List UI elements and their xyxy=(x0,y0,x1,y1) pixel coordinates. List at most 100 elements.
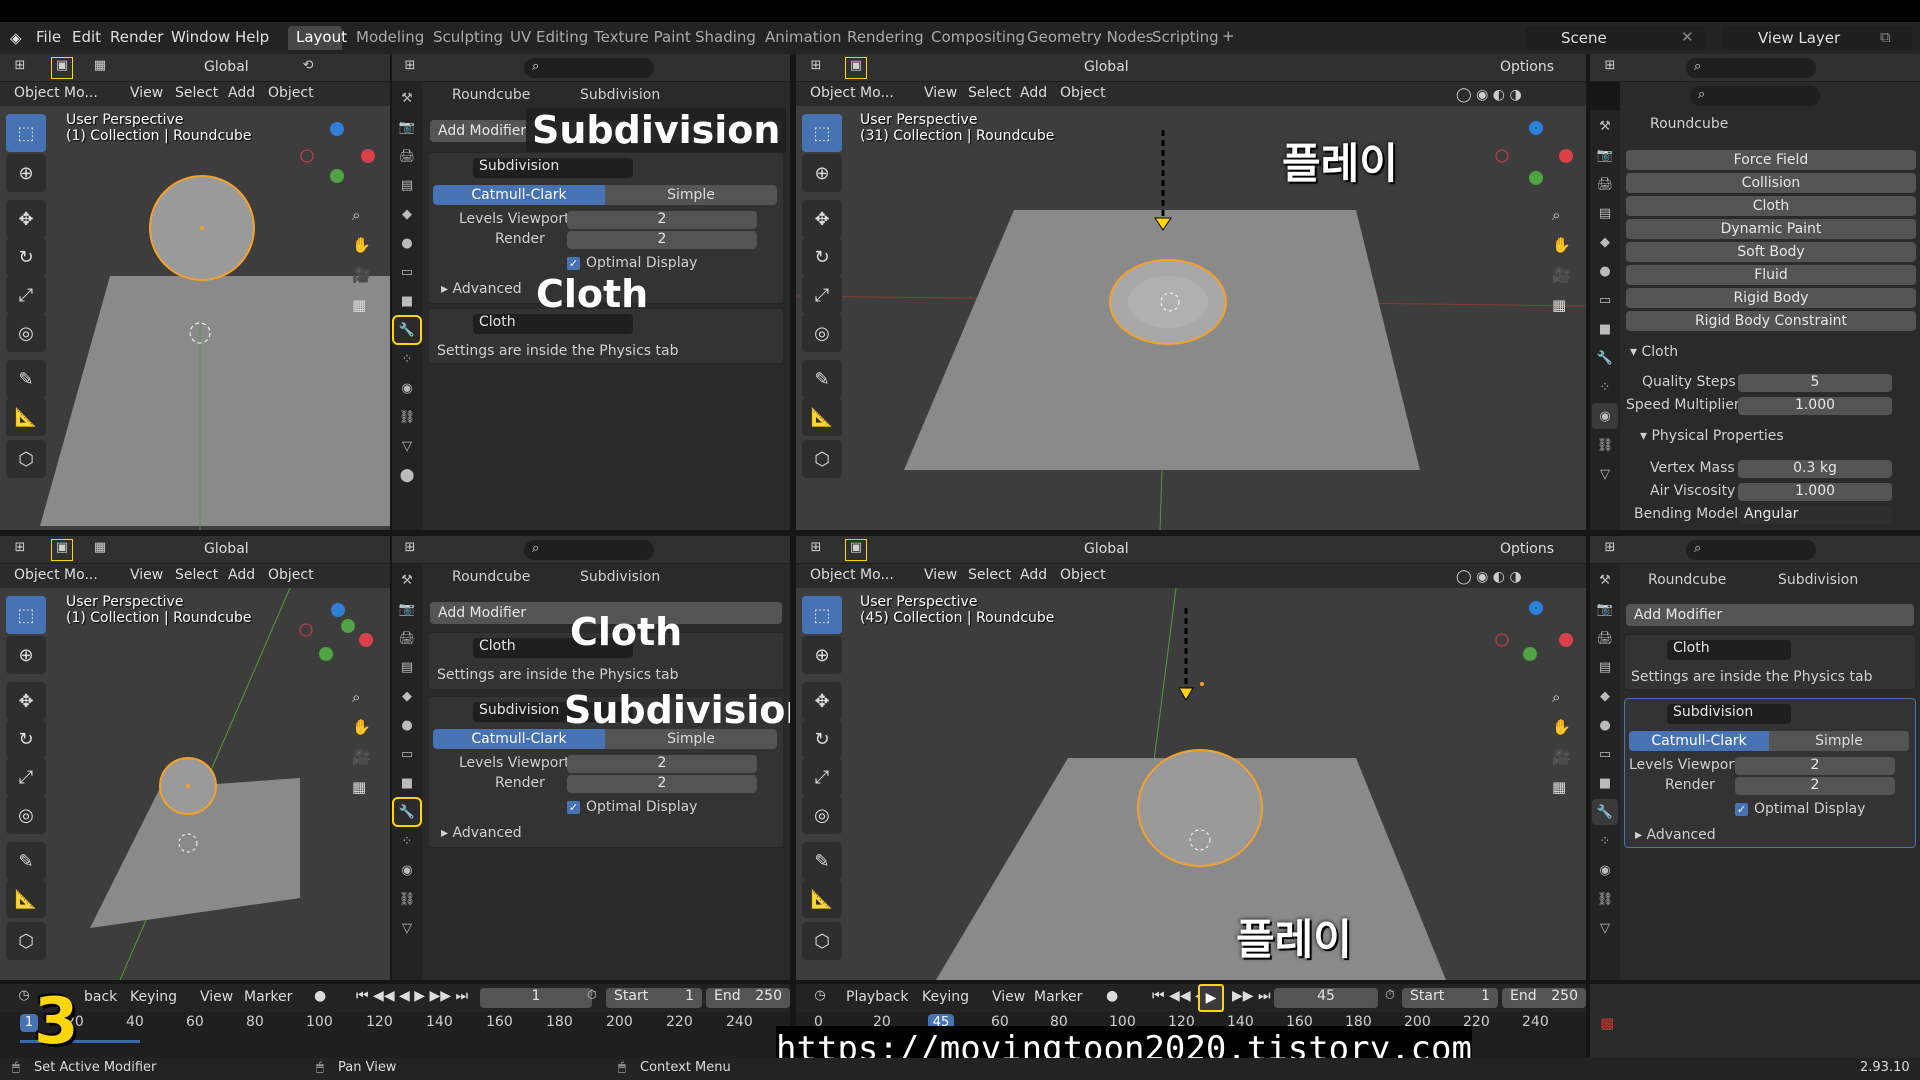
end-frame-field[interactable]: End 250 xyxy=(1502,988,1586,1008)
cursor-tool-icon[interactable]: ⊕ xyxy=(6,154,46,192)
object-tab-icon[interactable]: ■ xyxy=(1592,770,1618,796)
add-cube-tool-icon[interactable]: ⬡ xyxy=(802,922,842,960)
material-tab-icon[interactable]: ⬤ xyxy=(394,462,420,488)
gizmo-x[interactable] xyxy=(359,633,373,647)
playback-controls[interactable]: ⏮ ◀◀ ◀ ▶ ▶▶ ⏭ xyxy=(356,988,468,1004)
modifier-tab-icon[interactable]: 🔧 xyxy=(392,315,422,345)
collection-tab-icon[interactable]: ▭ xyxy=(394,741,420,767)
annotate-tool-icon[interactable]: ✎ xyxy=(802,360,842,398)
collision-button[interactable]: Collision xyxy=(1626,173,1916,193)
view-layer-selector[interactable]: View Layer ⧉ xyxy=(1722,26,1912,50)
mode-icons[interactable]: ▦ xyxy=(90,58,110,78)
select-tool-icon[interactable]: ⬚ xyxy=(802,596,842,634)
mode-icons[interactable]: ▦ xyxy=(90,540,110,560)
search-input[interactable]: ⌕ xyxy=(1686,540,1816,560)
particles-tab-icon[interactable]: ⁘ xyxy=(394,346,420,372)
record-icon[interactable]: ● xyxy=(1106,988,1118,1004)
menu-view[interactable]: View xyxy=(130,567,163,583)
scene-tab-icon[interactable]: ◆ xyxy=(394,201,420,227)
menu-object[interactable]: Object xyxy=(1060,85,1106,101)
add-cube-tool-icon[interactable]: ⬡ xyxy=(6,440,46,478)
particles-tab-icon[interactable]: ⁘ xyxy=(1592,374,1618,400)
measure-tool-icon[interactable]: 📐 xyxy=(802,398,842,436)
speed-multiplier-field[interactable]: 1.000 xyxy=(1738,397,1892,415)
simple-toggle[interactable]: Simple xyxy=(1769,731,1909,751)
menu-object[interactable]: Object xyxy=(1060,567,1106,583)
shading-modes[interactable]: ◯ ◉ ◐ ◑ xyxy=(1456,566,1566,586)
physics-tab-icon[interactable]: ◉ xyxy=(1592,857,1618,883)
tab-animation[interactable]: Animation xyxy=(765,28,841,46)
move-tool-icon[interactable]: ✥ xyxy=(6,200,46,238)
tab-shading[interactable]: Shading xyxy=(695,28,756,46)
mode-dropdown[interactable]: Object Mo... xyxy=(14,567,98,583)
modifier-tab-icon[interactable]: 🔧 xyxy=(1592,799,1618,825)
editor-type-icon[interactable]: ⊞ xyxy=(806,58,826,78)
physics-search-input[interactable]: ⌕ xyxy=(1690,86,1820,106)
zoom-icon[interactable]: ⌕ xyxy=(352,206,378,236)
menu-file[interactable]: File xyxy=(36,28,61,46)
menu-select[interactable]: Select xyxy=(175,567,218,583)
camera-icon[interactable]: 🎥 xyxy=(1552,748,1578,778)
orientation-dropdown[interactable]: Global xyxy=(1084,59,1129,75)
menu-add[interactable]: Add xyxy=(1020,85,1047,101)
render-tab-icon[interactable]: 📷 xyxy=(1592,596,1618,622)
modifier-tab-icon[interactable]: 🔧 xyxy=(392,797,422,827)
view-menu[interactable]: View xyxy=(200,989,233,1005)
scene-tab-icon[interactable]: ◆ xyxy=(1592,229,1618,255)
orientation-dropdown[interactable]: Global xyxy=(1084,541,1129,557)
object-tab-icon[interactable]: ■ xyxy=(394,770,420,796)
scene-tab-icon[interactable]: ◆ xyxy=(394,683,420,709)
world-tab-icon[interactable]: ● xyxy=(1592,258,1618,284)
menu-object[interactable]: Object xyxy=(268,567,314,583)
optimal-display-checkbox[interactable]: ✓ Optimal Display xyxy=(1735,801,1865,817)
texture-tab-icon[interactable]: ▩ xyxy=(1600,1014,1614,1032)
measure-tool-icon[interactable]: 📐 xyxy=(6,398,46,436)
gizmo-y[interactable] xyxy=(319,647,333,661)
output-tab-icon[interactable]: 🖨 xyxy=(1592,171,1618,197)
move-tool-icon[interactable]: ✥ xyxy=(6,682,46,720)
advanced-subpanel[interactable]: ▸ Advanced xyxy=(1635,827,1716,843)
particles-tab-icon[interactable]: ⁘ xyxy=(1592,828,1618,854)
menu-view[interactable]: View xyxy=(130,85,163,101)
render-tab-icon[interactable]: 📷 xyxy=(1592,142,1618,168)
annotate-tool-icon[interactable]: ✎ xyxy=(6,842,46,880)
copy-icon[interactable]: ⧉ xyxy=(1880,28,1891,46)
scale-tool-icon[interactable]: ⤢ xyxy=(6,276,46,314)
catmull-clark-toggle[interactable]: Catmull-Clark xyxy=(1629,731,1769,751)
gizmo-x[interactable] xyxy=(361,149,375,163)
physics-tab-icon[interactable]: ◉ xyxy=(394,375,420,401)
measure-tool-icon[interactable]: 📐 xyxy=(6,880,46,918)
camera-icon[interactable]: 🎥 xyxy=(1552,266,1578,296)
playback-menu[interactable]: back xyxy=(84,989,117,1005)
tab-scripting[interactable]: Scripting xyxy=(1152,28,1219,46)
rotate-tool-icon[interactable]: ↻ xyxy=(6,238,46,276)
tab-geometry-nodes[interactable]: Geometry Nodes xyxy=(1027,28,1154,46)
cursor-tool-icon[interactable]: ⊕ xyxy=(802,636,842,674)
grid-icon[interactable]: ▦ xyxy=(1552,296,1578,326)
transform-tool-icon[interactable]: ◎ xyxy=(6,796,46,834)
render-levels-field[interactable]: 2 xyxy=(1735,777,1895,795)
quality-steps-field[interactable]: 5 xyxy=(1738,374,1892,392)
output-tab-icon[interactable]: 🖨 xyxy=(394,625,420,651)
cloth-name-field[interactable]: Cloth xyxy=(473,314,633,334)
search-input[interactable]: ⌕ xyxy=(524,540,654,560)
gizmo-y[interactable] xyxy=(330,169,344,183)
data-tab-icon[interactable]: ▽ xyxy=(394,433,420,459)
simple-toggle[interactable]: Simple xyxy=(605,729,777,749)
pan-hand-icon[interactable]: ✋ xyxy=(352,236,378,266)
editor-type-icon[interactable]: ⊞ xyxy=(400,58,420,78)
advanced-subpanel[interactable]: ▸ Advanced xyxy=(441,825,522,841)
data-tab-icon[interactable]: ▽ xyxy=(1592,461,1618,487)
tab-compositing[interactable]: Compositing xyxy=(931,28,1025,46)
modifier-tab-icon[interactable]: 🔧 xyxy=(1592,345,1618,371)
zoom-icon[interactable]: ⌕ xyxy=(1552,206,1578,236)
menu-window[interactable]: Window xyxy=(171,28,230,46)
select-tool-icon[interactable]: ⬚ xyxy=(6,596,46,634)
gizmo-y[interactable] xyxy=(1523,647,1537,661)
select-box-icon[interactable]: ▣ xyxy=(845,57,867,79)
grid-icon[interactable]: ▦ xyxy=(1552,778,1578,808)
orientation-dropdown[interactable]: Global xyxy=(204,59,249,75)
levels-viewport-field[interactable]: 2 xyxy=(1735,757,1895,775)
view-layer-tab-icon[interactable]: ▤ xyxy=(394,172,420,198)
move-tool-icon[interactable]: ✥ xyxy=(802,682,842,720)
